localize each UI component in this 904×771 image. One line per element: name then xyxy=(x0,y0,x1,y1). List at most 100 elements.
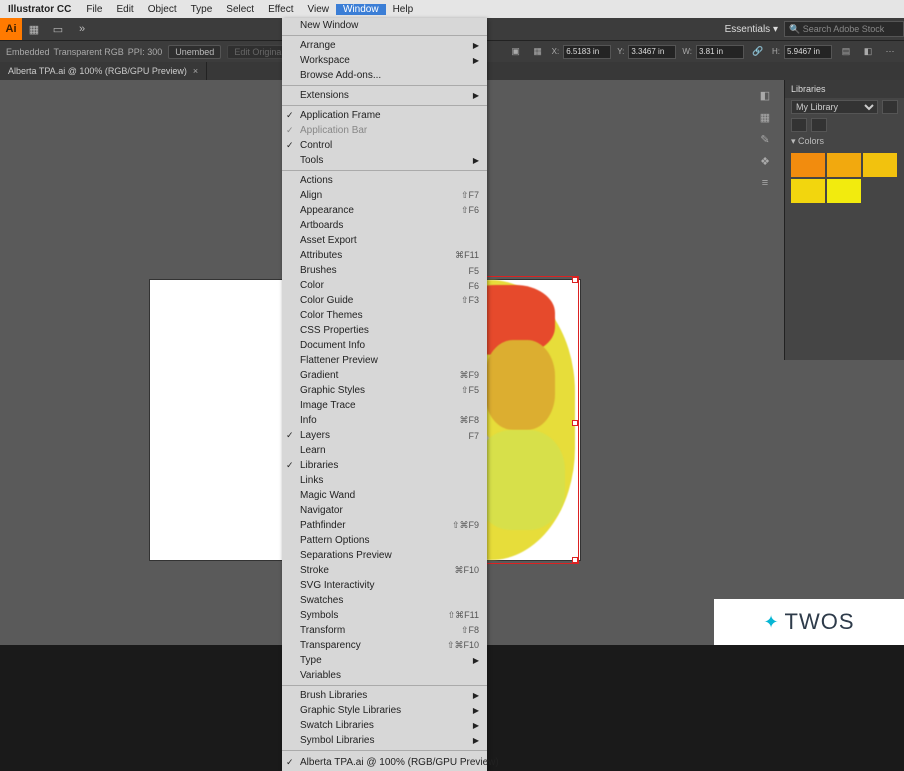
menu-window[interactable]: Window xyxy=(336,4,386,15)
menu-item[interactable]: Color Themes xyxy=(282,308,487,323)
menu-item[interactable]: Image Trace xyxy=(282,398,487,413)
color-swatch[interactable] xyxy=(863,153,897,177)
menu-item[interactable]: Attributes⌘F11 xyxy=(282,248,487,263)
menu-item[interactable]: Transform⇧F8 xyxy=(282,623,487,638)
edit-original-button[interactable]: Edit Original xyxy=(227,45,290,59)
menu-item[interactable]: Transparency⇧⌘F10 xyxy=(282,638,487,653)
menu-item[interactable]: Navigator xyxy=(282,503,487,518)
library-select[interactable]: My Library xyxy=(791,100,878,114)
menu-item[interactable]: Type▶ xyxy=(282,653,487,668)
unembed-button[interactable]: Unembed xyxy=(168,45,221,59)
menu-item[interactable]: Symbols⇧⌘F11 xyxy=(282,608,487,623)
color-swatch[interactable] xyxy=(791,179,825,203)
menu-item[interactable]: Symbol Libraries▶ xyxy=(282,733,487,748)
document-tab[interactable]: Alberta TPA.ai @ 100% (RGB/GPU Preview) … xyxy=(0,62,207,80)
watermark-text: TWOS xyxy=(785,609,855,635)
menu-item[interactable]: BrushesF5 xyxy=(282,263,487,278)
color-swatch[interactable] xyxy=(791,153,825,177)
menu-item[interactable]: Pathfinder⇧⌘F9 xyxy=(282,518,487,533)
menu-item[interactable]: Color Guide⇧F3 xyxy=(282,293,487,308)
color-panel-icon[interactable]: ◧ xyxy=(756,86,774,104)
menu-object[interactable]: Object xyxy=(141,4,184,15)
libraries-tab[interactable]: Libraries xyxy=(785,80,904,98)
resize-handle[interactable] xyxy=(572,420,578,426)
align-to-icon[interactable]: ▤ xyxy=(838,44,854,60)
menu-item[interactable]: Learn xyxy=(282,443,487,458)
arrange-icon[interactable]: ▭ xyxy=(46,20,70,38)
x-field[interactable]: X: xyxy=(552,45,612,59)
swatches-panel-icon[interactable]: ▦ xyxy=(756,108,774,126)
library-sync-icon[interactable] xyxy=(882,100,898,114)
menu-item[interactable]: ColorF6 xyxy=(282,278,487,293)
color-swatch[interactable] xyxy=(827,179,861,203)
menu-item[interactable]: Align⇧F7 xyxy=(282,188,487,203)
menu-item[interactable]: Graphic Style Libraries▶ xyxy=(282,703,487,718)
menu-item[interactable]: Info⌘F8 xyxy=(282,413,487,428)
menu-item[interactable]: Swatches xyxy=(282,593,487,608)
menu-item[interactable]: Extensions▶ xyxy=(282,88,487,103)
menu-item[interactable]: Browse Add-ons... xyxy=(282,68,487,83)
list-view-icon[interactable] xyxy=(811,118,827,132)
menu-item[interactable]: New Window xyxy=(282,18,487,33)
colors-section-header[interactable]: ▾ Colors xyxy=(785,134,904,149)
menu-item[interactable]: Pattern Options xyxy=(282,533,487,548)
menu-item[interactable]: CSS Properties xyxy=(282,323,487,338)
menu-item[interactable]: Magic Wand xyxy=(282,488,487,503)
constrain-icon[interactable]: 🔗 xyxy=(750,44,766,60)
menu-item: ✓Application Bar xyxy=(282,123,487,138)
menu-item[interactable]: Actions xyxy=(282,173,487,188)
menu-item[interactable]: Flattener Preview xyxy=(282,353,487,368)
menu-item[interactable]: ✓Libraries xyxy=(282,458,487,473)
menu-item[interactable]: ✓Alberta TPA.ai @ 100% (RGB/GPU Preview) xyxy=(282,753,487,771)
menu-item[interactable]: Arrange▶ xyxy=(282,38,487,53)
search-icon[interactable] xyxy=(791,118,807,132)
brushes-panel-icon[interactable]: ✎ xyxy=(756,130,774,148)
more-options-icon[interactable]: ⋯ xyxy=(882,44,898,60)
resize-handle[interactable] xyxy=(572,557,578,563)
menu-item[interactable]: Gradient⌘F9 xyxy=(282,368,487,383)
workspace-switcher[interactable]: Essentials ▾ xyxy=(719,24,784,35)
menu-file[interactable]: File xyxy=(79,4,109,15)
menu-item[interactable]: Variables xyxy=(282,668,487,683)
menu-item[interactable]: Artboards xyxy=(282,218,487,233)
resize-handle[interactable] xyxy=(572,277,578,283)
spark-icon: ✦ xyxy=(763,612,778,633)
close-icon[interactable]: × xyxy=(193,66,198,76)
menu-type[interactable]: Type xyxy=(184,4,220,15)
h-field[interactable]: H: xyxy=(772,45,832,59)
menu-item[interactable]: Document Info xyxy=(282,338,487,353)
menu-item[interactable]: Stroke⌘F10 xyxy=(282,563,487,578)
menu-item[interactable]: Graphic Styles⇧F5 xyxy=(282,383,487,398)
menu-item[interactable]: SVG Interactivity xyxy=(282,578,487,593)
w-field[interactable]: W: xyxy=(682,45,744,59)
menu-help[interactable]: Help xyxy=(386,4,421,15)
bridge-icon[interactable]: ▦ xyxy=(22,20,46,38)
ppi-label: PPI: 300 xyxy=(128,47,163,57)
menu-item[interactable]: Workspace▶ xyxy=(282,53,487,68)
menu-item[interactable]: ✓LayersF7 xyxy=(282,428,487,443)
menu-item[interactable]: Brush Libraries▶ xyxy=(282,688,487,703)
symbols-panel-icon[interactable]: ❖ xyxy=(756,152,774,170)
menu-item[interactable]: Asset Export xyxy=(282,233,487,248)
y-field[interactable]: Y: xyxy=(617,45,676,59)
menu-item[interactable]: ✓Application Frame xyxy=(282,108,487,123)
menu-item[interactable]: Appearance⇧F6 xyxy=(282,203,487,218)
menu-edit[interactable]: Edit xyxy=(109,4,140,15)
chevron-icon[interactable]: » xyxy=(70,20,94,38)
transform-icon[interactable]: ▣ xyxy=(508,44,524,60)
menu-item[interactable]: Links xyxy=(282,473,487,488)
menu-effect[interactable]: Effect xyxy=(261,4,300,15)
stroke-panel-icon[interactable]: ≡ xyxy=(756,174,774,192)
watermark-badge: ✦ TWOS xyxy=(714,599,904,645)
menu-item[interactable]: Tools▶ xyxy=(282,153,487,168)
color-swatch[interactable] xyxy=(827,153,861,177)
app-name: Illustrator CC xyxy=(0,4,79,15)
menu-view[interactable]: View xyxy=(300,4,336,15)
menu-item[interactable]: Swatch Libraries▶ xyxy=(282,718,487,733)
menu-select[interactable]: Select xyxy=(219,4,261,15)
reference-point-icon[interactable]: ▦ xyxy=(530,44,546,60)
menu-item[interactable]: ✓Control xyxy=(282,138,487,153)
menu-item[interactable]: Separations Preview xyxy=(282,548,487,563)
search-input[interactable]: 🔍 Search Adobe Stock xyxy=(784,21,904,37)
shape-modes-icon[interactable]: ◧ xyxy=(860,44,876,60)
